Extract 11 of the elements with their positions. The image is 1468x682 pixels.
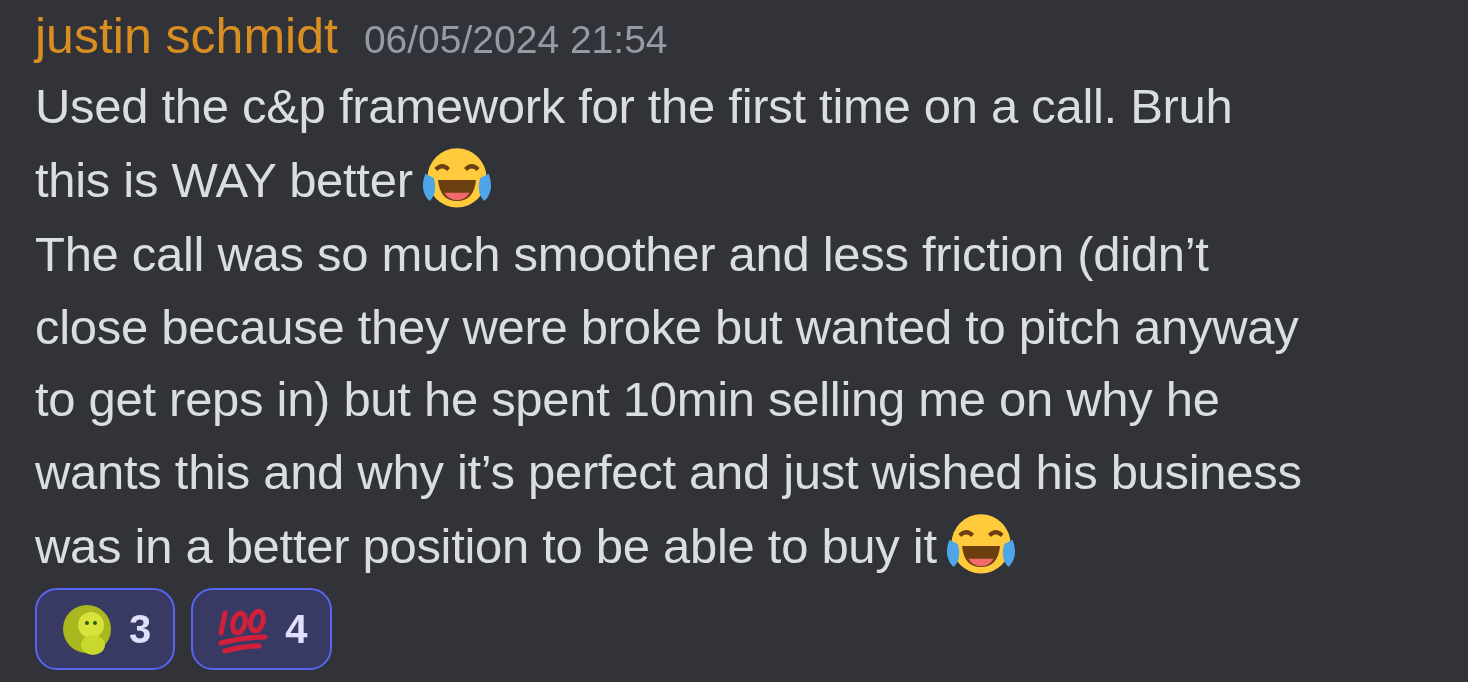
reaction-button[interactable]: 3 <box>35 588 176 670</box>
message-line: to get reps in) but he spent 10min selling me on why he <box>35 371 1220 428</box>
message-line: Used the c&p framework for the first time on a call. Bruh <box>35 77 1233 135</box>
reaction-button[interactable]: 4 <box>191 588 332 670</box>
message-line: wants this and why it’s perfect and just wished his business <box>35 443 1302 501</box>
message-line: was in a better position to be able to buy it <box>35 517 937 575</box>
author-name[interactable]: justin schmidt <box>35 8 338 64</box>
message-line: this is WAY better <box>35 151 413 209</box>
message-line: The call was so much smoother and less friction (didn’t <box>35 226 1209 283</box>
timestamp: 06/05/2024 21:54 <box>363 17 668 63</box>
message-line: close because they were broke but wanted to pitch anyway <box>35 298 1299 356</box>
